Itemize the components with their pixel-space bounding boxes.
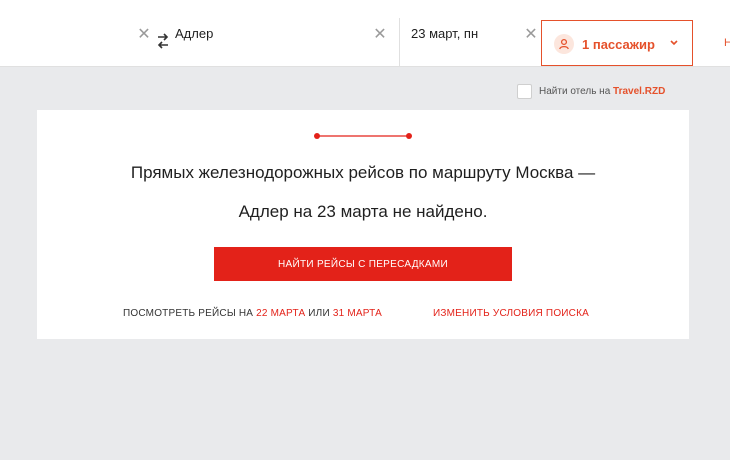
clear-to-icon[interactable]: ✕ (370, 0, 390, 67)
see-prefix: ПОСМОТРЕТЬ РЕЙСЫ НА (123, 308, 254, 319)
hotel-checkbox[interactable] (517, 83, 532, 99)
hotel-offer: Найти отель на Travel.RZD (517, 83, 665, 99)
find-transfers-button[interactable]: НАЙТИ РЕЙСЫ С ПЕРЕСАДКАМИ (214, 247, 512, 281)
date-link-31-march[interactable]: 31 МАРТА (333, 308, 382, 319)
no-results-message: Прямых железнодорожных рейсов по маршрут… (57, 153, 669, 231)
message-line-1: Прямых железнодорожных рейсов по маршрут… (130, 163, 596, 182)
no-results-card: Прямых железнодорожных рейсов по маршрут… (37, 110, 689, 339)
route-line-icon (314, 133, 412, 139)
date-field[interactable]: 23 март, пн (399, 0, 541, 67)
see-other-dates: ПОСМОТРЕТЬ РЕЙСЫ НА 22 МАРТА ИЛИ 31 МАРТ… (123, 308, 382, 319)
or-text: ИЛИ (308, 308, 330, 319)
chevron-down-icon (670, 40, 678, 46)
to-value: Адлер (175, 26, 214, 41)
passengers-label: 1 пассажир (582, 37, 655, 52)
hotel-label: Найти отель на (539, 85, 611, 97)
date-link-22-march[interactable]: 22 МАРТА (256, 308, 305, 319)
passengers-select[interactable]: 1 пассажир (541, 20, 693, 66)
hotel-text: Найти отель на Travel.RZD (539, 86, 665, 97)
date-value: 23 март, пн (411, 26, 479, 41)
passenger-icon (554, 34, 574, 54)
search-bar: ✕ Адлер ✕ 23 март, пн ✕ 1 пассажир Н (0, 0, 730, 67)
change-search-link[interactable]: ИЗМЕНИТЬ УСЛОВИЯ ПОИСКА (433, 308, 589, 319)
clear-date-icon[interactable]: ✕ (521, 0, 541, 67)
hotel-brand[interactable]: Travel.RZD (613, 86, 665, 97)
clear-from-icon[interactable]: ✕ (134, 0, 154, 67)
message-line-2: Адлер на 23 марта не найдено. (238, 202, 488, 221)
to-field[interactable]: Адлер (162, 0, 399, 67)
next-field-fragment[interactable]: Н (724, 37, 730, 49)
